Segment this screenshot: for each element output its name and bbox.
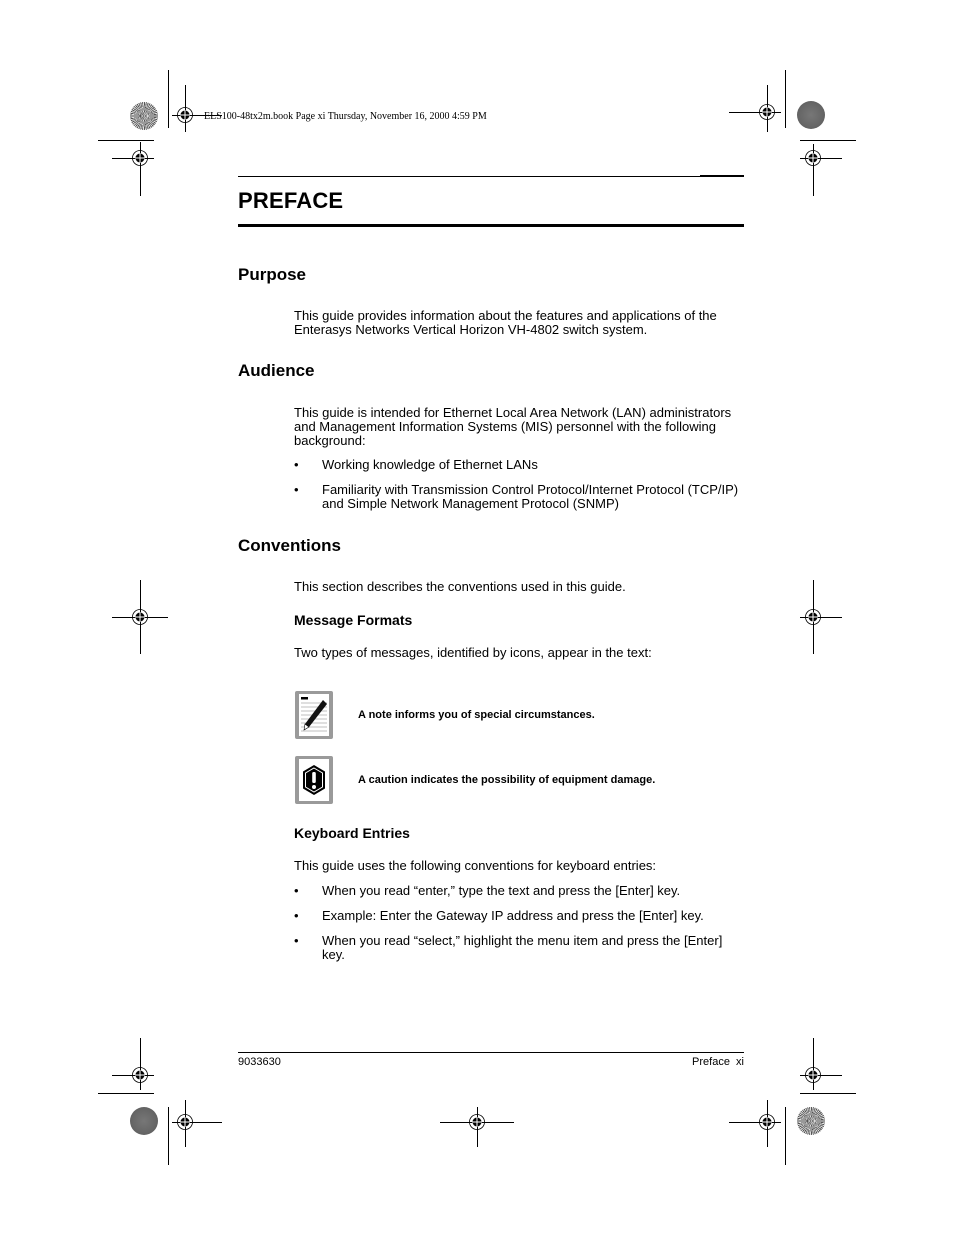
list-item-text: When you read “select,” highlight the me… — [322, 933, 723, 962]
bullet-icon: • — [294, 933, 299, 948]
crop-mark — [785, 70, 786, 128]
footer-doc-number: 9033630 — [238, 1056, 281, 1068]
color-bar-starburst-icon — [797, 1107, 825, 1135]
registration-target-icon — [759, 104, 775, 120]
crop-mark — [800, 140, 856, 141]
crop-mark — [785, 1107, 786, 1165]
list-item-text: When you read “enter,” type the text and… — [322, 883, 681, 898]
conventions-body: This section describes the conventions u… — [294, 579, 626, 594]
registration-target-icon — [132, 609, 148, 625]
color-bar-starburst-icon — [130, 102, 158, 130]
print-header: ELS100-48tx2m.book Page xi Thursday, Nov… — [204, 111, 487, 122]
registration-target-icon — [805, 609, 821, 625]
registration-target-icon — [469, 1114, 485, 1130]
list-item-text: Working knowledge of Ethernet LANs — [322, 457, 538, 472]
bullet-icon: • — [294, 883, 299, 898]
color-bar-solid-icon — [797, 101, 825, 129]
crop-mark — [800, 1093, 856, 1094]
caution-exclamation-icon — [295, 756, 333, 804]
registration-target-icon — [132, 150, 148, 166]
bullet-icon: • — [294, 482, 299, 497]
crop-mark — [168, 1107, 169, 1165]
note-message-text: A note informs you of special circumstan… — [358, 709, 595, 721]
bullet-icon: • — [294, 908, 299, 923]
list-item-text: Example: Enter the Gateway IP address an… — [322, 908, 704, 923]
subheading-keyboard-entries: Keyboard Entries — [294, 825, 410, 841]
registration-target-icon — [805, 150, 821, 166]
title-rule — [238, 224, 744, 227]
footer-page-label: Preface xi — [692, 1056, 744, 1068]
section-heading-purpose: Purpose — [238, 265, 307, 284]
registration-target-icon — [177, 107, 193, 123]
registration-target-icon — [759, 1114, 775, 1130]
color-bar-solid-icon — [130, 1107, 158, 1135]
keyboard-entries-body: This guide uses the following convention… — [294, 858, 657, 873]
section-heading-conventions: Conventions — [238, 536, 341, 555]
section-heading-audience: Audience — [238, 361, 315, 380]
caution-message-text: A caution indicates the possibility of e… — [358, 774, 656, 786]
list-item-text: Familiarity with Transmission Control Pr… — [322, 482, 739, 511]
crop-mark — [98, 140, 154, 141]
subheading-message-formats: Message Formats — [294, 612, 413, 628]
message-formats-body: Two types of messages, identified by ico… — [294, 645, 652, 660]
footer-rule — [238, 1052, 744, 1053]
bullet-icon: • — [294, 457, 299, 472]
registration-target-icon — [805, 1067, 821, 1083]
crop-mark — [168, 70, 169, 128]
crop-mark — [98, 1093, 154, 1094]
registration-target-icon — [177, 1114, 193, 1130]
note-pencil-icon — [295, 691, 333, 739]
page-title: PREFACE — [238, 188, 344, 213]
purpose-body: This guide provides information about th… — [294, 308, 717, 337]
top-rule — [238, 176, 744, 177]
registration-target-icon — [132, 1067, 148, 1083]
audience-body: This guide is intended for Ethernet Loca… — [294, 405, 732, 448]
